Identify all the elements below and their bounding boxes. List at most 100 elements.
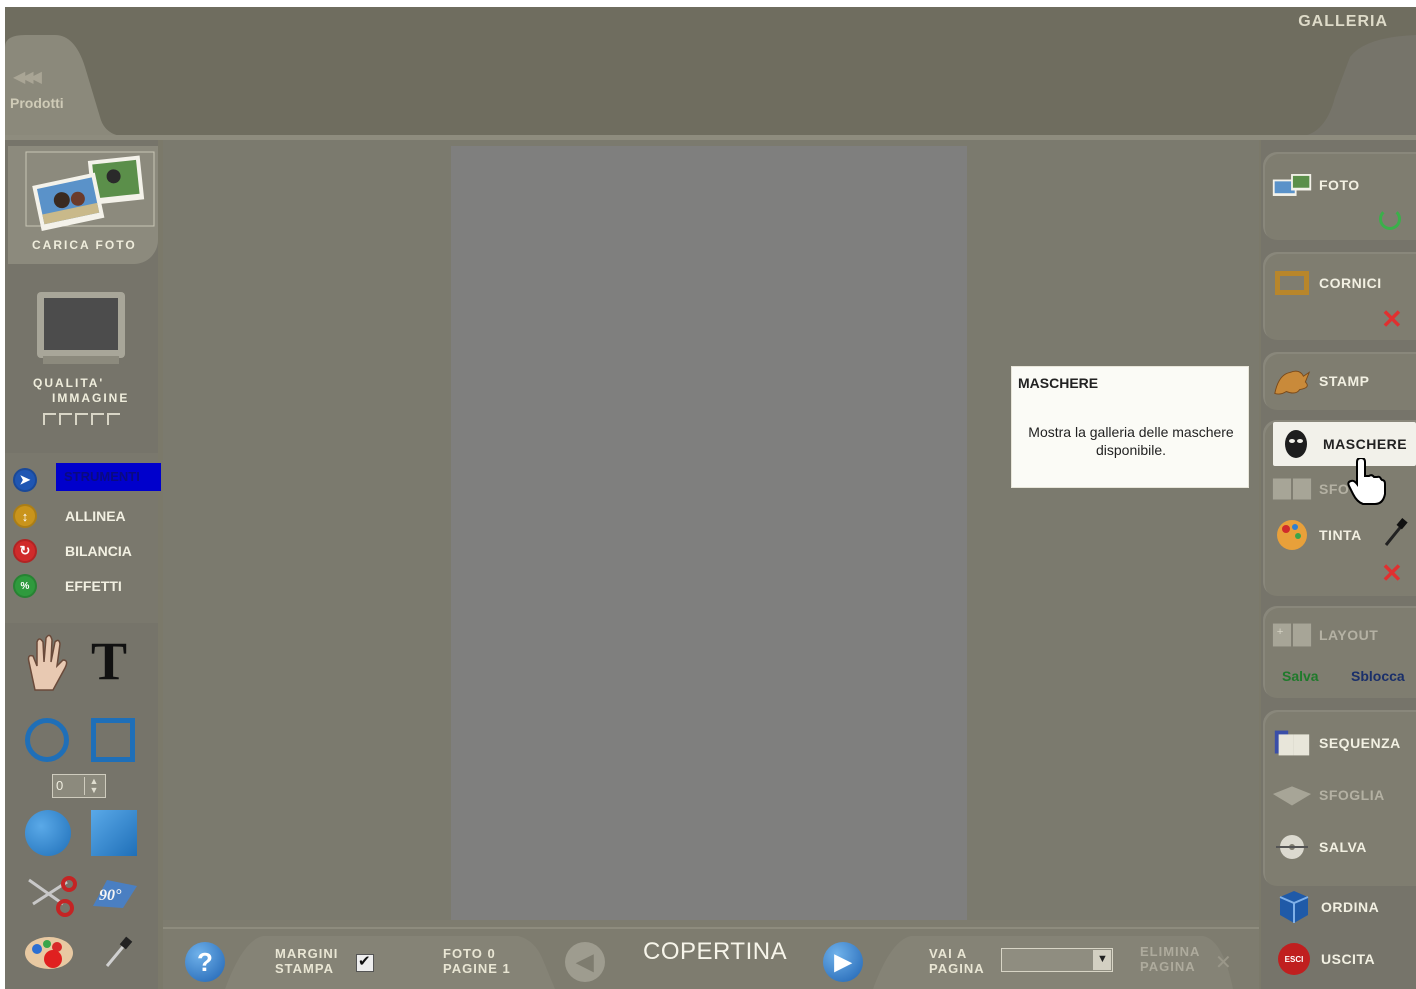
go-to-page-line2: PAGINA (929, 961, 985, 976)
text-tool-icon[interactable]: T (91, 630, 127, 692)
top-band: ◀◀◀ Prodotti GALLERIA (5, 7, 1416, 140)
square-fill-tool-icon[interactable] (91, 810, 137, 856)
svg-text:90°: 90° (99, 887, 122, 904)
stamp-label: STAMP (1319, 373, 1370, 389)
current-page-name: COPERTINA (643, 938, 788, 965)
salva-item[interactable]: SALVA (1271, 832, 1367, 862)
browse-book-icon (1271, 780, 1313, 810)
prev-page-button[interactable]: ◀ (565, 942, 605, 982)
layout-unlock-link[interactable]: Sblocca (1351, 668, 1405, 684)
print-margins-checkbox[interactable]: ✔ (356, 953, 374, 972)
dropdown-button[interactable]: ▼ (1093, 950, 1111, 970)
go-to-page-label: VAI A PAGINA (929, 946, 985, 976)
sfoglia-item[interactable]: SFOGLIA (1271, 780, 1385, 810)
border-width-value: 0 (56, 778, 64, 793)
scissors-icon[interactable] (23, 874, 79, 918)
ordina-label: ORDINA (1321, 899, 1380, 915)
delete-page-line1: ELIMINA (1140, 944, 1201, 959)
menu-item-bilancia-label: BILANCIA (65, 543, 132, 559)
loading-spinner-icon (1379, 208, 1401, 230)
tooltip-body: Mostra la galleria delle maschere dispon… (1028, 424, 1234, 458)
frame-icon (1271, 268, 1313, 298)
sequenza-label: SEQUENZA (1319, 735, 1401, 751)
print-margins-line2: STAMPA (275, 961, 334, 976)
ordina-item[interactable]: ORDINA (1273, 891, 1380, 923)
menu-item-allinea[interactable]: ↕ ALLINEA (13, 503, 163, 529)
gallery-title: GALLERIA (1298, 13, 1388, 30)
delete-page-label: ELIMINA PAGINA (1140, 944, 1200, 974)
palette-icon[interactable] (23, 933, 75, 973)
stamp-card[interactable]: STAMP (1263, 352, 1416, 410)
quality-monitor-icon (35, 290, 127, 370)
sfondi-item[interactable]: SFO (1271, 474, 1349, 504)
menu-item-strumenti[interactable]: STRUMENTI (56, 463, 161, 491)
square-outline-tool-icon[interactable] (91, 718, 135, 762)
pointer-hand-cursor-icon (1347, 456, 1387, 506)
page-preview[interactable] (451, 146, 967, 920)
next-page-button[interactable]: ▶ (823, 942, 863, 982)
menu-item-strumenti-icon[interactable]: ➤ (13, 467, 37, 493)
eyedropper-icon[interactable] (103, 936, 133, 970)
remove-tint-icon[interactable]: ✕ (1381, 560, 1403, 586)
layout-item[interactable]: + LAYOUT (1271, 620, 1378, 650)
menu-item-allinea-label: ALLINEA (65, 508, 126, 524)
layout-book-icon: + (1271, 620, 1313, 650)
circle-outline-tool-icon[interactable] (25, 718, 69, 762)
save-disc-icon (1271, 832, 1313, 862)
tinta-label: TINTA (1319, 527, 1362, 543)
salva-label: SALVA (1319, 839, 1367, 855)
pointer-icon: ➤ (13, 468, 37, 492)
cornici-card[interactable]: CORNICI ✕ (1263, 252, 1416, 340)
photo-count: FOTO 0 (443, 946, 496, 961)
tint-eyedropper-icon[interactable] (1383, 518, 1409, 548)
effects-icon: % (13, 574, 37, 598)
print-margins-label: MARGINI STAMPA (275, 946, 338, 976)
upload-photo-label: CARICA FOTO (32, 238, 137, 252)
border-width-stepper[interactable]: 0 ▲ ▼ (52, 774, 106, 798)
maschere-label: MASCHERE (1323, 436, 1408, 452)
go-to-page-line1: VAI A (929, 946, 968, 961)
maschere-item[interactable]: MASCHERE (1273, 422, 1416, 466)
quality-meter (43, 413, 120, 425)
app-window: ◀◀◀ Prodotti GALLERIA CARICA FOTO QUALIT… (5, 7, 1416, 989)
sequenza-item[interactable]: SEQUENZA (1271, 728, 1401, 758)
go-to-page-select[interactable]: ▼ (1001, 948, 1113, 972)
delete-page-line2: PAGINA (1140, 959, 1196, 974)
foto-card[interactable]: FOTO (1263, 152, 1416, 240)
tooltip-title: MASCHERE (1018, 375, 1099, 391)
layout-save-link[interactable]: Salva (1282, 668, 1319, 684)
maschere-tooltip: MASCHERE Mostra la galleria delle masche… (1011, 366, 1249, 488)
chevron-down-icon: ▼ (1097, 953, 1108, 965)
help-button[interactable]: ? (185, 942, 225, 982)
tinta-item[interactable]: TINTA (1271, 520, 1362, 550)
uscita-item[interactable]: ESCI USCITA (1273, 943, 1376, 975)
foto-label: FOTO (1319, 177, 1360, 193)
hand-tool-icon[interactable] (23, 632, 73, 692)
delete-page-icon[interactable]: ✕ (1215, 950, 1232, 975)
upload-photo-card[interactable]: CARICA FOTO (8, 146, 158, 264)
back-to-products-link[interactable]: Prodotti (10, 95, 64, 111)
background-book-icon (1271, 474, 1313, 504)
menu-item-effetti[interactable]: % EFFETTI (13, 573, 163, 599)
help-icon: ? (197, 947, 213, 977)
sequenza-card: SEQUENZA SFOGLIA SALVA (1263, 710, 1416, 886)
menu-item-effetti-label: EFFETTI (65, 578, 122, 594)
circle-fill-tool-icon[interactable] (25, 810, 71, 856)
sfoglia-label: SFOGLIA (1319, 787, 1385, 803)
top-band-shape (5, 35, 1416, 140)
remove-frames-icon[interactable]: ✕ (1381, 306, 1403, 332)
stamp-dragon-icon (1271, 366, 1313, 396)
back-arrows-icon[interactable]: ◀◀◀ (13, 67, 42, 87)
exit-stop-icon: ESCI (1273, 943, 1315, 975)
exit-badge-text: ESCI (1284, 954, 1304, 964)
layout-card: + LAYOUT Salva Sblocca (1263, 606, 1416, 698)
photos-icon (25, 151, 155, 231)
uscita-label: USCITA (1321, 951, 1376, 967)
svg-text:+: + (1277, 626, 1284, 638)
menu-item-bilancia[interactable]: ↻ BILANCIA (13, 538, 163, 564)
balance-icon: ↻ (13, 539, 37, 563)
bottom-bar: ? MARGINI STAMPA ✔ FOTO 0 PAGINE 1 ◀ COP… (163, 920, 1259, 989)
rotate-90-icon[interactable]: 90° (87, 876, 141, 910)
left-tool-panel: CARICA FOTO QUALITA' IMMAGINE STRUMENTI … (5, 140, 161, 989)
stepper-arrows-icon[interactable]: ▲ ▼ (84, 777, 103, 795)
